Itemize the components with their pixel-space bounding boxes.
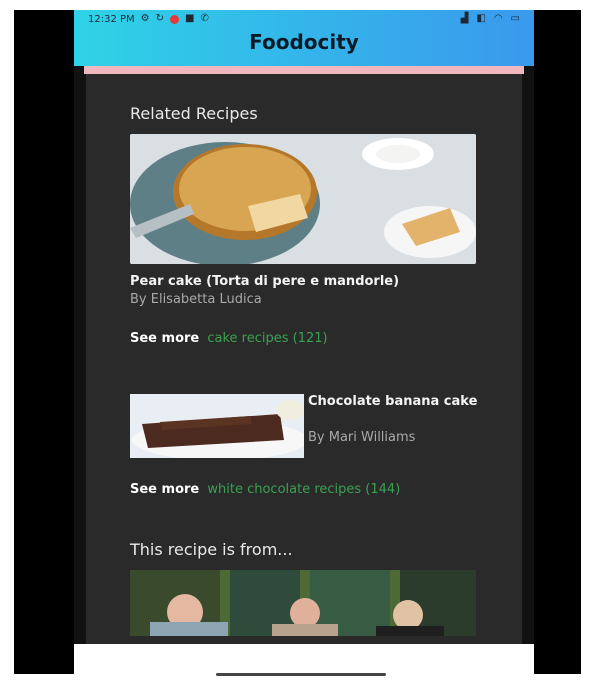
accent-strip — [84, 66, 524, 74]
cake-recipes-link[interactable]: cake recipes (121) — [207, 331, 327, 346]
home-indicator[interactable] — [216, 673, 386, 676]
see-more-label: See more — [130, 331, 200, 346]
pear-cake-author[interactable]: By Elisabetta Ludica — [130, 292, 262, 307]
settings-icon: ⚙ — [140, 13, 150, 24]
status-left: 12:32 PM ⚙ ↻ ■ ✆ — [88, 14, 209, 25]
chocolate-banana-cake-author[interactable]: By Mari Williams — [308, 430, 415, 445]
recipe-source-heading: This recipe is from... — [130, 540, 293, 559]
signal-icon: ▟ — [460, 13, 469, 24]
cookbook-cover-image[interactable] — [130, 570, 476, 636]
call-icon: ✆ — [200, 13, 209, 24]
app-bar: 12:32 PM ⚙ ↻ ■ ✆ ▟ ◧ ◠ ▭ Foodocity — [74, 10, 534, 66]
see-more-label: See more — [130, 482, 200, 497]
status-bar: 12:32 PM ⚙ ↻ ■ ✆ ▟ ◧ ◠ ▭ — [74, 10, 534, 28]
bottom-nav-bar — [74, 644, 534, 674]
chocolate-banana-cake-title[interactable]: Chocolate banana cake — [308, 394, 478, 410]
related-recipes-heading: Related Recipes — [130, 104, 258, 123]
wifi-icon: ◠ — [493, 13, 503, 24]
status-time: 12:32 PM — [88, 13, 135, 25]
battery-icon: ▭ — [510, 13, 520, 24]
video-icon: ■ — [185, 13, 195, 24]
app-title: Foodocity — [249, 30, 359, 54]
see-more-white-chocolate: See more white chocolate recipes (144) — [130, 482, 400, 497]
volte-icon: ◧ — [476, 13, 486, 24]
sync-icon: ↻ — [155, 13, 165, 24]
record-icon — [170, 14, 180, 24]
pear-cake-title[interactable]: Pear cake (Torta di pere e mandorle) — [130, 274, 399, 290]
see-more-cake: See more cake recipes (121) — [130, 331, 328, 346]
white-chocolate-recipes-link[interactable]: white chocolate recipes (144) — [207, 482, 400, 497]
status-right: ▟ ◧ ◠ ▭ — [461, 14, 520, 24]
pear-cake-image[interactable] — [130, 134, 476, 264]
chocolate-banana-cake-image[interactable] — [130, 394, 304, 458]
